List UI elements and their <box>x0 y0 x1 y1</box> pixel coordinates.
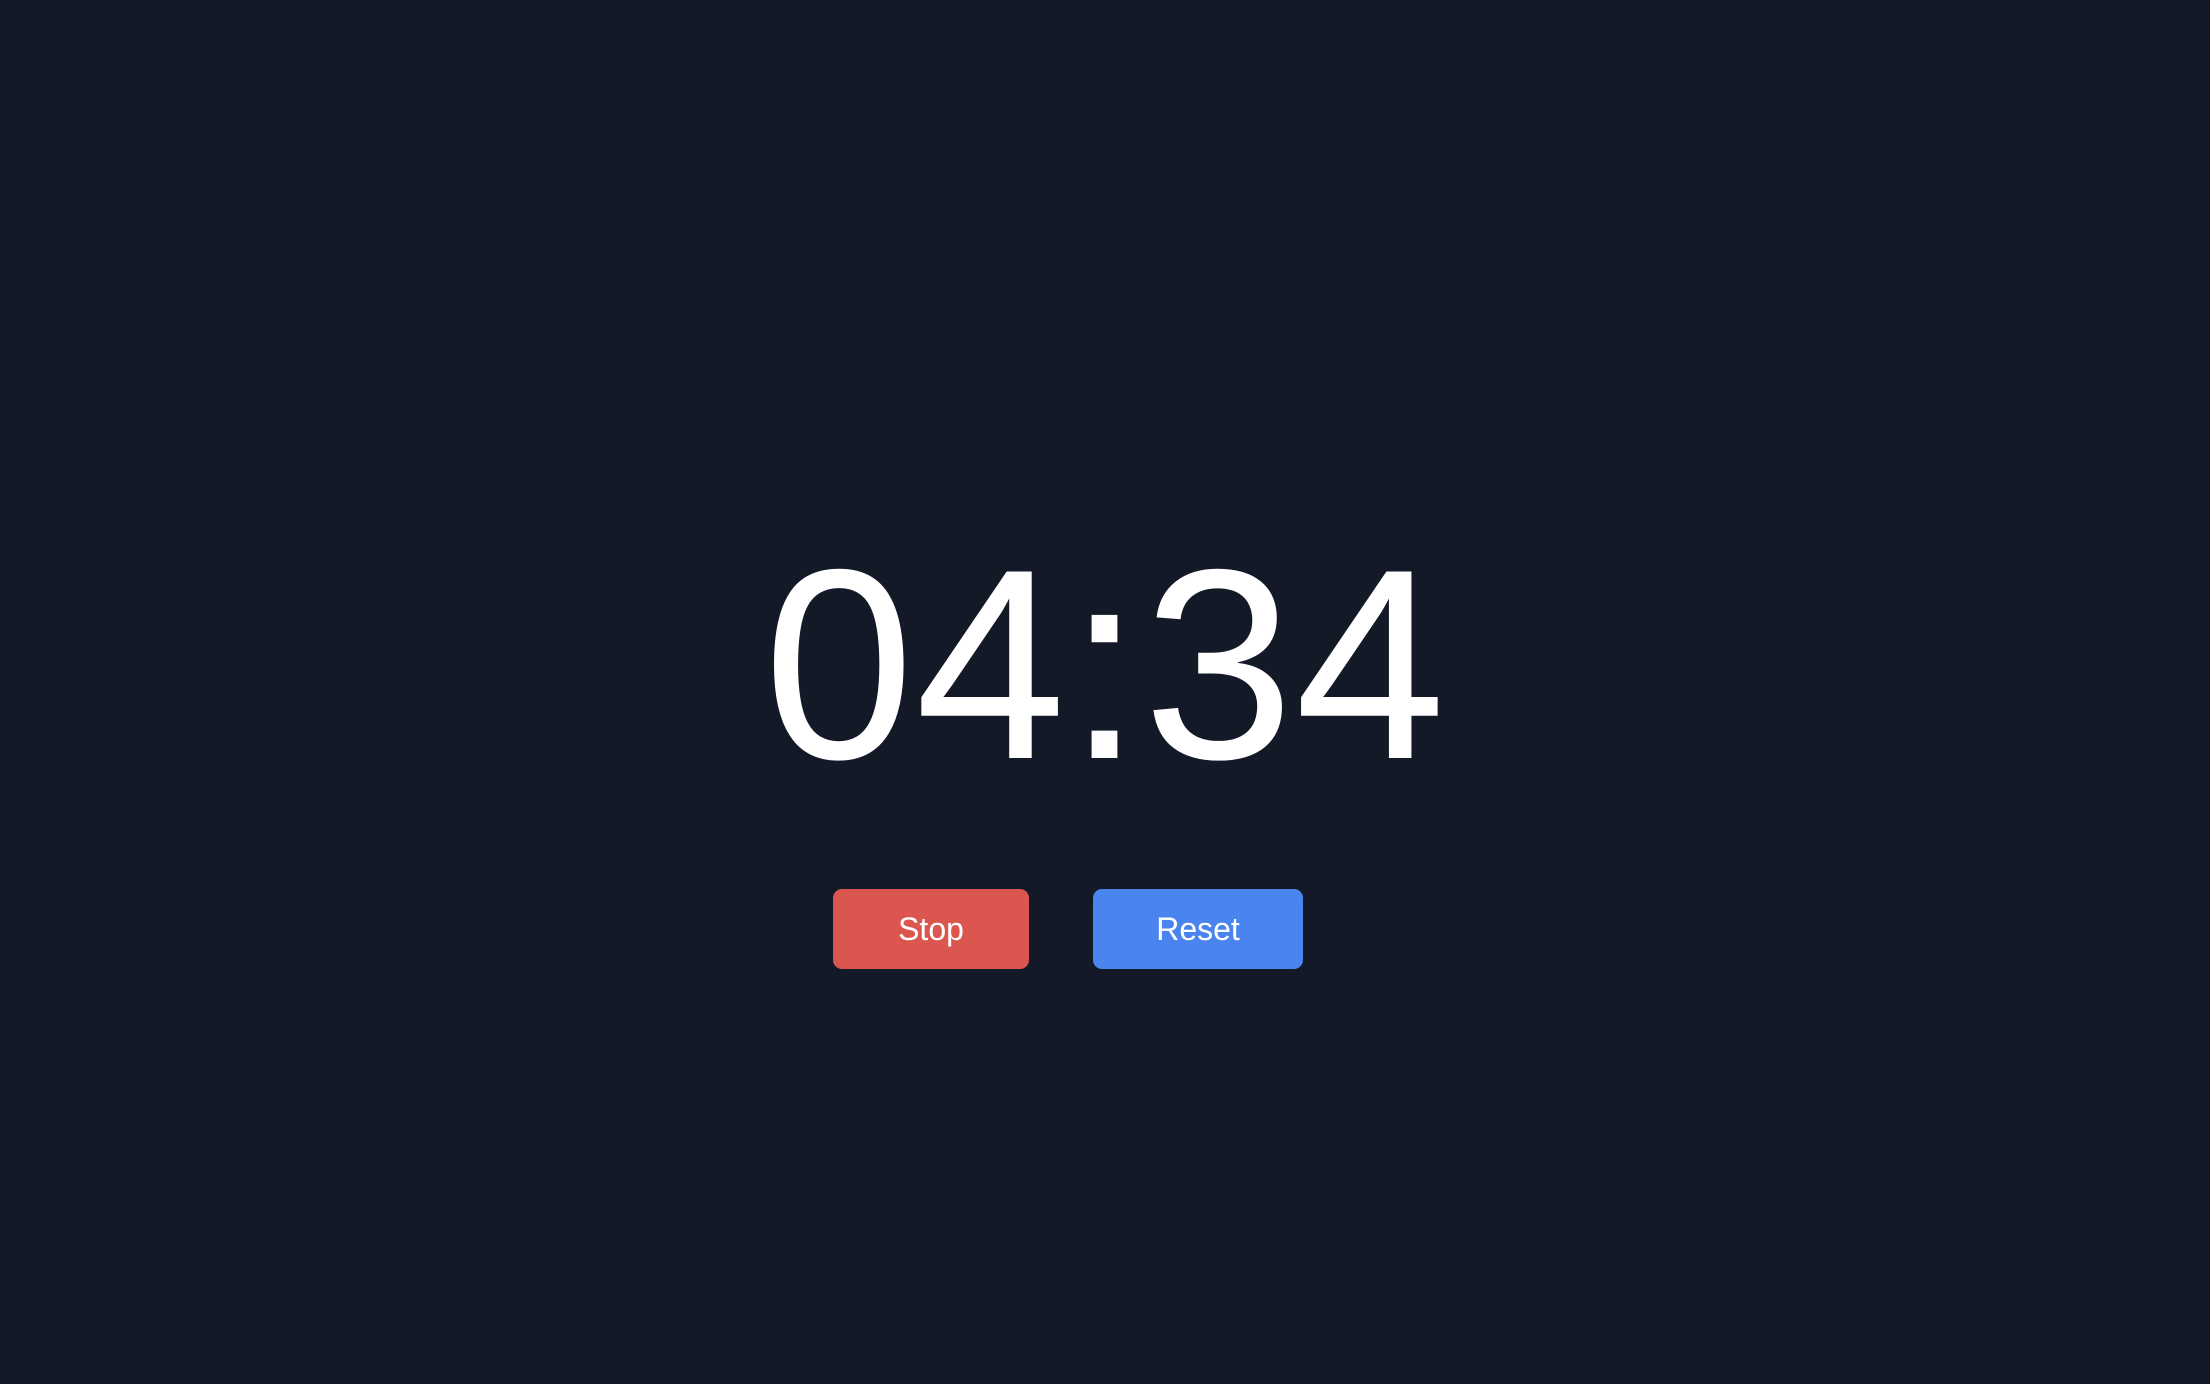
reset-button[interactable]: Reset <box>1093 889 1303 969</box>
timer-display: 04:34 <box>763 513 1447 816</box>
stop-button[interactable]: Stop <box>833 889 1029 969</box>
